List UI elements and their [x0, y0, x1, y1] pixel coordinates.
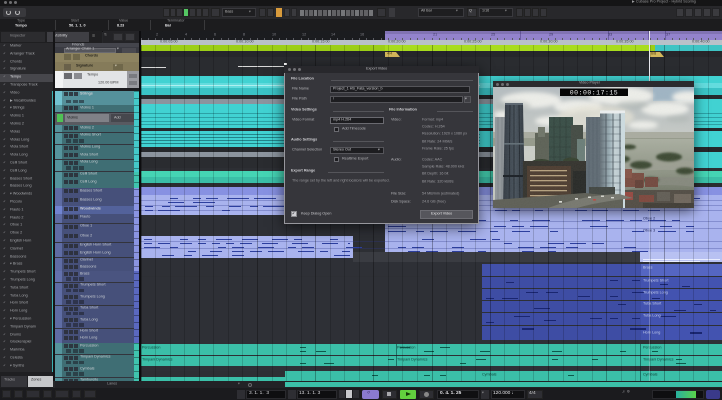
svg-text:00:00:17:15: 00:00:17:15	[570, 90, 618, 97]
